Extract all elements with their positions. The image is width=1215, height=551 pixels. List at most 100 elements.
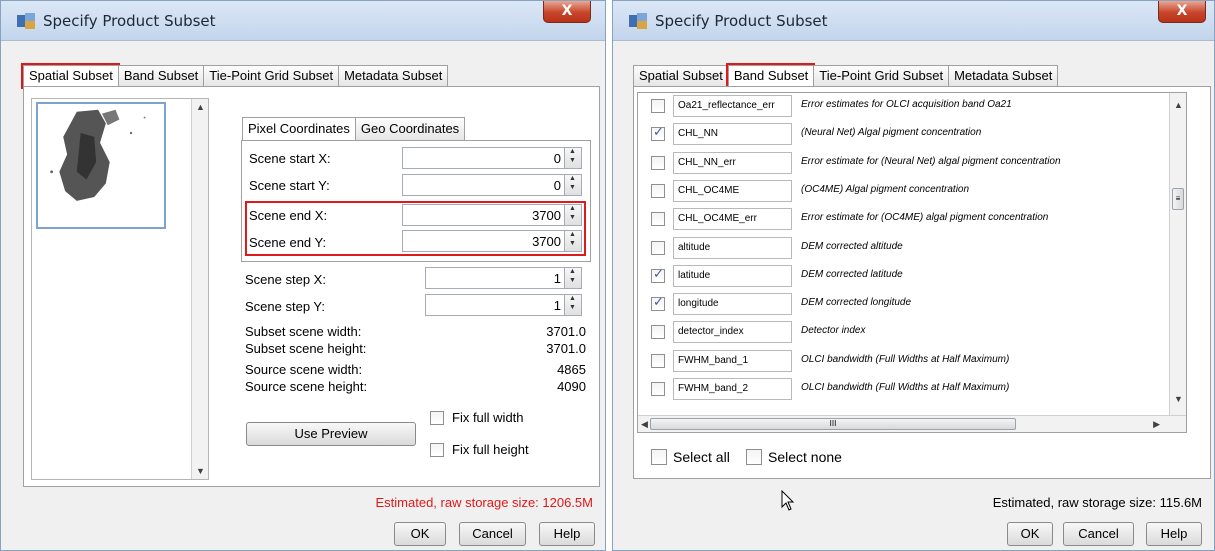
- band-checkbox[interactable]: [651, 267, 665, 283]
- band-checkbox[interactable]: [651, 183, 665, 198]
- scene-start-y-spinner[interactable]: 0 ▲ ▼: [402, 174, 582, 196]
- band-name[interactable]: altitude: [673, 236, 792, 259]
- select-all-label: Select all: [673, 449, 730, 465]
- subset-height-value: 3701.0: [546, 341, 586, 356]
- band-list-hscrollbar[interactable]: ◀ III ▶: [638, 415, 1186, 432]
- band-row: FWHM_band_1 OLCI bandwidth (Full Widths a…: [638, 348, 1178, 376]
- scene-start-x-value[interactable]: 0: [554, 151, 561, 166]
- cancel-button[interactable]: Cancel: [1063, 522, 1134, 546]
- band-name[interactable]: longitude: [673, 293, 792, 316]
- scene-end-x-spinner[interactable]: 3700 ▲ ▼: [402, 204, 582, 226]
- band-name[interactable]: CHL_NN: [673, 123, 792, 146]
- band-checkbox[interactable]: [651, 155, 665, 170]
- tab-metadata-subset[interactable]: Metadata Subset: [948, 65, 1059, 87]
- ok-button[interactable]: OK: [1007, 522, 1053, 546]
- spatial-subset-dialog: Specify Product Subset X Spatial Subset …: [0, 0, 606, 551]
- scene-step-x-spinner[interactable]: 1 ▲ ▼: [425, 267, 582, 289]
- band-checkbox[interactable]: [651, 325, 665, 340]
- tab-geo-coordinates[interactable]: Geo Coordinates: [354, 117, 466, 141]
- band-row: CHL_NN_err Error estimate for (Neural Net…: [638, 150, 1178, 178]
- source-width-label: Source scene width:: [245, 362, 363, 377]
- band-name[interactable]: CHL_NN_err: [673, 151, 792, 174]
- spinner-buttons[interactable]: ▲ ▼: [564, 148, 581, 168]
- preview-thumbnail[interactable]: [36, 102, 166, 229]
- use-preview-button[interactable]: Use Preview: [246, 422, 416, 446]
- fix-full-width-checkbox[interactable]: [430, 411, 444, 425]
- scene-step-x-value[interactable]: 1: [554, 271, 561, 286]
- select-none-checkbox[interactable]: [746, 449, 762, 465]
- band-name[interactable]: detector_index: [673, 321, 792, 344]
- band-checkbox[interactable]: [651, 295, 665, 312]
- band-description: Error estimate for (OC4ME) algal pigment…: [801, 212, 1049, 224]
- band-name[interactable]: CHL_OC4ME_err: [673, 208, 792, 231]
- preview-area[interactable]: ▲ ▼: [31, 98, 209, 480]
- help-button[interactable]: Help: [539, 522, 595, 546]
- band-row: Oa21_reflectance_err Error estimates for …: [638, 93, 1178, 121]
- horizontal-scroll-thumb[interactable]: III: [650, 418, 1016, 430]
- band-checkbox[interactable]: [651, 212, 665, 227]
- band-row: longitude DEM corrected longitude: [638, 291, 1178, 319]
- scene-start-y-value[interactable]: 0: [554, 178, 561, 193]
- band-checkbox[interactable]: [651, 99, 665, 113]
- source-width-value: 4865: [557, 362, 586, 377]
- spinner-buttons[interactable]: ▲ ▼: [564, 175, 581, 195]
- ok-button[interactable]: OK: [394, 522, 446, 546]
- scroll-down-icon[interactable]: ▼: [1174, 394, 1183, 404]
- tab-pixel-coordinates[interactable]: Pixel Coordinates: [242, 117, 355, 141]
- scroll-left-icon[interactable]: ◀: [641, 419, 648, 430]
- cancel-button[interactable]: Cancel: [459, 522, 526, 546]
- spinner-buttons[interactable]: ▲ ▼: [564, 205, 581, 225]
- band-checkbox[interactable]: [651, 353, 665, 368]
- scroll-up-icon[interactable]: ▲: [196, 102, 205, 112]
- preview-scrollbar[interactable]: ▲ ▼: [191, 99, 208, 479]
- scene-end-y-value[interactable]: 3700: [532, 234, 561, 249]
- band-description: (Neural Net) Algal pigment concentration: [801, 127, 982, 139]
- title-bar[interactable]: Specify Product Subset X: [613, 1, 1214, 41]
- band-description: Error estimate for (Neural Net) algal pi…: [801, 155, 1061, 167]
- storage-size-status: Estimated, raw storage size: 1206.5M: [375, 495, 594, 510]
- scene-step-y-value[interactable]: 1: [554, 298, 561, 313]
- select-all-checkbox[interactable]: [651, 449, 667, 465]
- fix-full-height-checkbox[interactable]: [430, 443, 444, 457]
- tab-spatial-subset[interactable]: Spatial Subset: [21, 63, 120, 89]
- fix-full-height-label: Fix full height: [452, 442, 529, 457]
- fix-full-width-label: Fix full width: [452, 410, 524, 425]
- scene-step-y-spinner[interactable]: 1 ▲ ▼: [425, 294, 582, 316]
- title-bar[interactable]: Specify Product Subset X: [1, 1, 605, 41]
- close-button[interactable]: X: [543, 1, 591, 23]
- spinner-buttons[interactable]: ▲ ▼: [564, 295, 581, 315]
- band-name[interactable]: latitude: [673, 264, 792, 287]
- tab-band-subset[interactable]: Band Subset: [117, 65, 204, 87]
- scroll-down-icon[interactable]: ▼: [196, 466, 205, 476]
- vertical-scroll-thumb[interactable]: ≡: [1172, 188, 1184, 210]
- window-title: Specify Product Subset: [655, 12, 828, 30]
- band-name[interactable]: Oa21_reflectance_err: [673, 95, 792, 117]
- band-checkbox[interactable]: [651, 125, 665, 142]
- band-checkbox[interactable]: [651, 240, 665, 255]
- scene-end-y-spinner[interactable]: 3700 ▲ ▼: [402, 230, 582, 252]
- tab-tie-point-grid-subset[interactable]: Tie-Point Grid Subset: [203, 65, 339, 87]
- band-row: altitude DEM corrected altitude: [638, 235, 1178, 263]
- storage-size-status: Estimated, raw storage size: 115.6M: [992, 495, 1202, 510]
- spinner-buttons[interactable]: ▲ ▼: [564, 231, 581, 251]
- scene-step-x-label: Scene step X:: [245, 272, 326, 287]
- band-list-vscrollbar[interactable]: ▲ ≡ ▼: [1169, 93, 1186, 417]
- spinner-buttons[interactable]: ▲ ▼: [564, 268, 581, 288]
- scroll-up-icon[interactable]: ▲: [1174, 100, 1183, 110]
- band-name[interactable]: FWHM_band_2: [673, 378, 792, 400]
- tab-metadata-subset[interactable]: Metadata Subset: [338, 65, 449, 87]
- help-button[interactable]: Help: [1146, 522, 1202, 546]
- close-button[interactable]: X: [1158, 1, 1206, 23]
- band-name[interactable]: FWHM_band_1: [673, 349, 792, 372]
- select-none-label: Select none: [768, 449, 842, 465]
- tab-tie-point-grid-subset[interactable]: Tie-Point Grid Subset: [813, 65, 949, 87]
- band-checkbox[interactable]: [651, 382, 665, 396]
- band-row: CHL_NN (Neural Net) Algal pigment concent…: [638, 121, 1178, 149]
- scene-start-x-spinner[interactable]: 0 ▲ ▼: [402, 147, 582, 169]
- scene-step-y-label: Scene step Y:: [245, 299, 325, 314]
- scene-end-x-value[interactable]: 3700: [532, 208, 561, 223]
- tab-band-subset[interactable]: Band Subset: [725, 63, 816, 89]
- tab-spatial-subset[interactable]: Spatial Subset: [633, 65, 728, 87]
- band-name[interactable]: CHL_OC4ME: [673, 179, 792, 202]
- scroll-right-icon[interactable]: ▶: [1153, 419, 1160, 430]
